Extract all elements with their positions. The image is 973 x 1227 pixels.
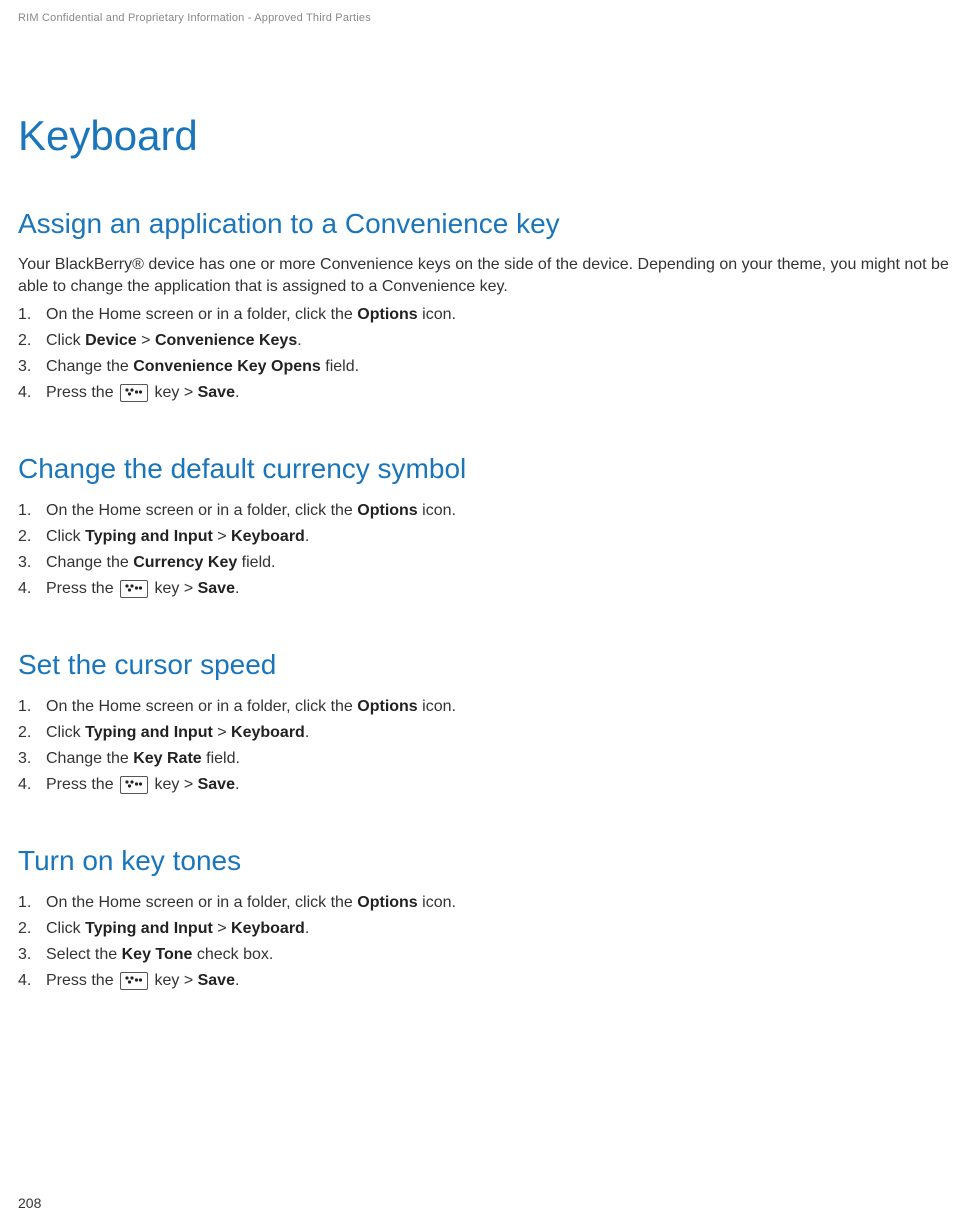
step-text: On the Home screen or in a folder, click…	[46, 894, 357, 911]
step-text: icon.	[418, 502, 456, 519]
step-text: Press the	[46, 580, 118, 597]
step-text: .	[305, 920, 309, 937]
step-text: .	[305, 724, 309, 741]
step-text: On the Home screen or in a folder, click…	[46, 306, 357, 323]
steps-list: On the Home screen or in a folder, click…	[18, 695, 963, 797]
step-text: Click	[46, 528, 85, 545]
section-intro: Your BlackBerry® device has one or more …	[18, 254, 963, 297]
step-bold: Save	[198, 972, 235, 989]
step-text: key >	[150, 580, 198, 597]
step-text: Change the	[46, 750, 133, 767]
step-text: Press the	[46, 384, 118, 401]
section: Change the default currency symbol On the…	[18, 453, 963, 601]
steps-list: On the Home screen or in a folder, click…	[18, 303, 963, 405]
step-text: .	[235, 384, 239, 401]
step-text: Change the	[46, 358, 133, 375]
menu-key-icon	[120, 776, 148, 794]
step-text: key >	[150, 972, 198, 989]
step-bold: Options	[357, 306, 417, 323]
step-text: .	[297, 332, 301, 349]
steps-list: On the Home screen or in a folder, click…	[18, 499, 963, 601]
step-text: key >	[150, 776, 198, 793]
step-text: >	[213, 724, 231, 741]
step-text: .	[235, 776, 239, 793]
step-bold: Options	[357, 698, 417, 715]
section-heading: Turn on key tones	[18, 845, 963, 877]
step-bold: Currency Key	[133, 554, 237, 571]
step-text: .	[235, 580, 239, 597]
steps-list: On the Home screen or in a folder, click…	[18, 891, 963, 993]
step-text: icon.	[418, 894, 456, 911]
section: Turn on key tones On the Home screen or i…	[18, 845, 963, 993]
step-text: >	[213, 528, 231, 545]
step-text: icon.	[418, 698, 456, 715]
step-text: field.	[321, 358, 359, 375]
step-text: Press the	[46, 776, 118, 793]
step-item: Select the Key Tone check box.	[18, 943, 963, 967]
step-bold: Typing and Input	[85, 528, 213, 545]
step-bold: Convenience Key Opens	[133, 358, 321, 375]
step-item: On the Home screen or in a folder, click…	[18, 499, 963, 523]
section: Set the cursor speed On the Home screen o…	[18, 649, 963, 797]
step-text: .	[235, 972, 239, 989]
step-bold: Convenience Keys	[155, 332, 297, 349]
step-item: Click Typing and Input > Keyboard.	[18, 917, 963, 941]
step-item: Change the Convenience Key Opens field.	[18, 355, 963, 379]
section-heading: Change the default currency symbol	[18, 453, 963, 485]
step-item: Click Typing and Input > Keyboard.	[18, 721, 963, 745]
step-text: icon.	[418, 306, 456, 323]
step-text: Change the	[46, 554, 133, 571]
step-text: Press the	[46, 972, 118, 989]
step-bold: Typing and Input	[85, 920, 213, 937]
step-item: On the Home screen or in a folder, click…	[18, 891, 963, 915]
step-item: On the Home screen or in a folder, click…	[18, 303, 963, 327]
step-item: Press the key > Save.	[18, 773, 963, 797]
step-text: .	[305, 528, 309, 545]
step-item: Click Device > Convenience Keys.	[18, 329, 963, 353]
step-text: Click	[46, 724, 85, 741]
section-heading: Set the cursor speed	[18, 649, 963, 681]
step-text: key >	[150, 384, 198, 401]
step-item: On the Home screen or in a folder, click…	[18, 695, 963, 719]
step-bold: Options	[357, 894, 417, 911]
step-item: Press the key > Save.	[18, 577, 963, 601]
step-text: Click	[46, 920, 85, 937]
step-text: Click	[46, 332, 85, 349]
step-bold: Options	[357, 502, 417, 519]
step-text: On the Home screen or in a folder, click…	[46, 698, 357, 715]
step-bold: Device	[85, 332, 137, 349]
step-text: >	[213, 920, 231, 937]
step-item: Press the key > Save.	[18, 381, 963, 405]
page-title: Keyboard	[18, 112, 963, 160]
step-bold: Key Tone	[122, 946, 193, 963]
step-bold: Save	[198, 776, 235, 793]
step-item: Press the key > Save.	[18, 969, 963, 993]
step-text: >	[137, 332, 155, 349]
step-text: On the Home screen or in a folder, click…	[46, 502, 357, 519]
menu-key-icon	[120, 580, 148, 598]
section: Assign an application to a Convenience k…	[18, 208, 963, 405]
step-item: Change the Currency Key field.	[18, 551, 963, 575]
step-text: Select the	[46, 946, 122, 963]
step-text: field.	[237, 554, 275, 571]
section-heading: Assign an application to a Convenience k…	[18, 208, 963, 240]
step-bold: Save	[198, 580, 235, 597]
step-item: Click Typing and Input > Keyboard.	[18, 525, 963, 549]
confidential-header: RIM Confidential and Proprietary Informa…	[18, 12, 963, 24]
step-text: check box.	[192, 946, 273, 963]
step-bold: Save	[198, 384, 235, 401]
step-text: field.	[202, 750, 240, 767]
step-bold: Keyboard	[231, 528, 305, 545]
menu-key-icon	[120, 972, 148, 990]
step-bold: Key Rate	[133, 750, 201, 767]
step-bold: Keyboard	[231, 920, 305, 937]
step-bold: Typing and Input	[85, 724, 213, 741]
page-number: 208	[18, 1195, 41, 1211]
step-item: Change the Key Rate field.	[18, 747, 963, 771]
menu-key-icon	[120, 384, 148, 402]
step-bold: Keyboard	[231, 724, 305, 741]
